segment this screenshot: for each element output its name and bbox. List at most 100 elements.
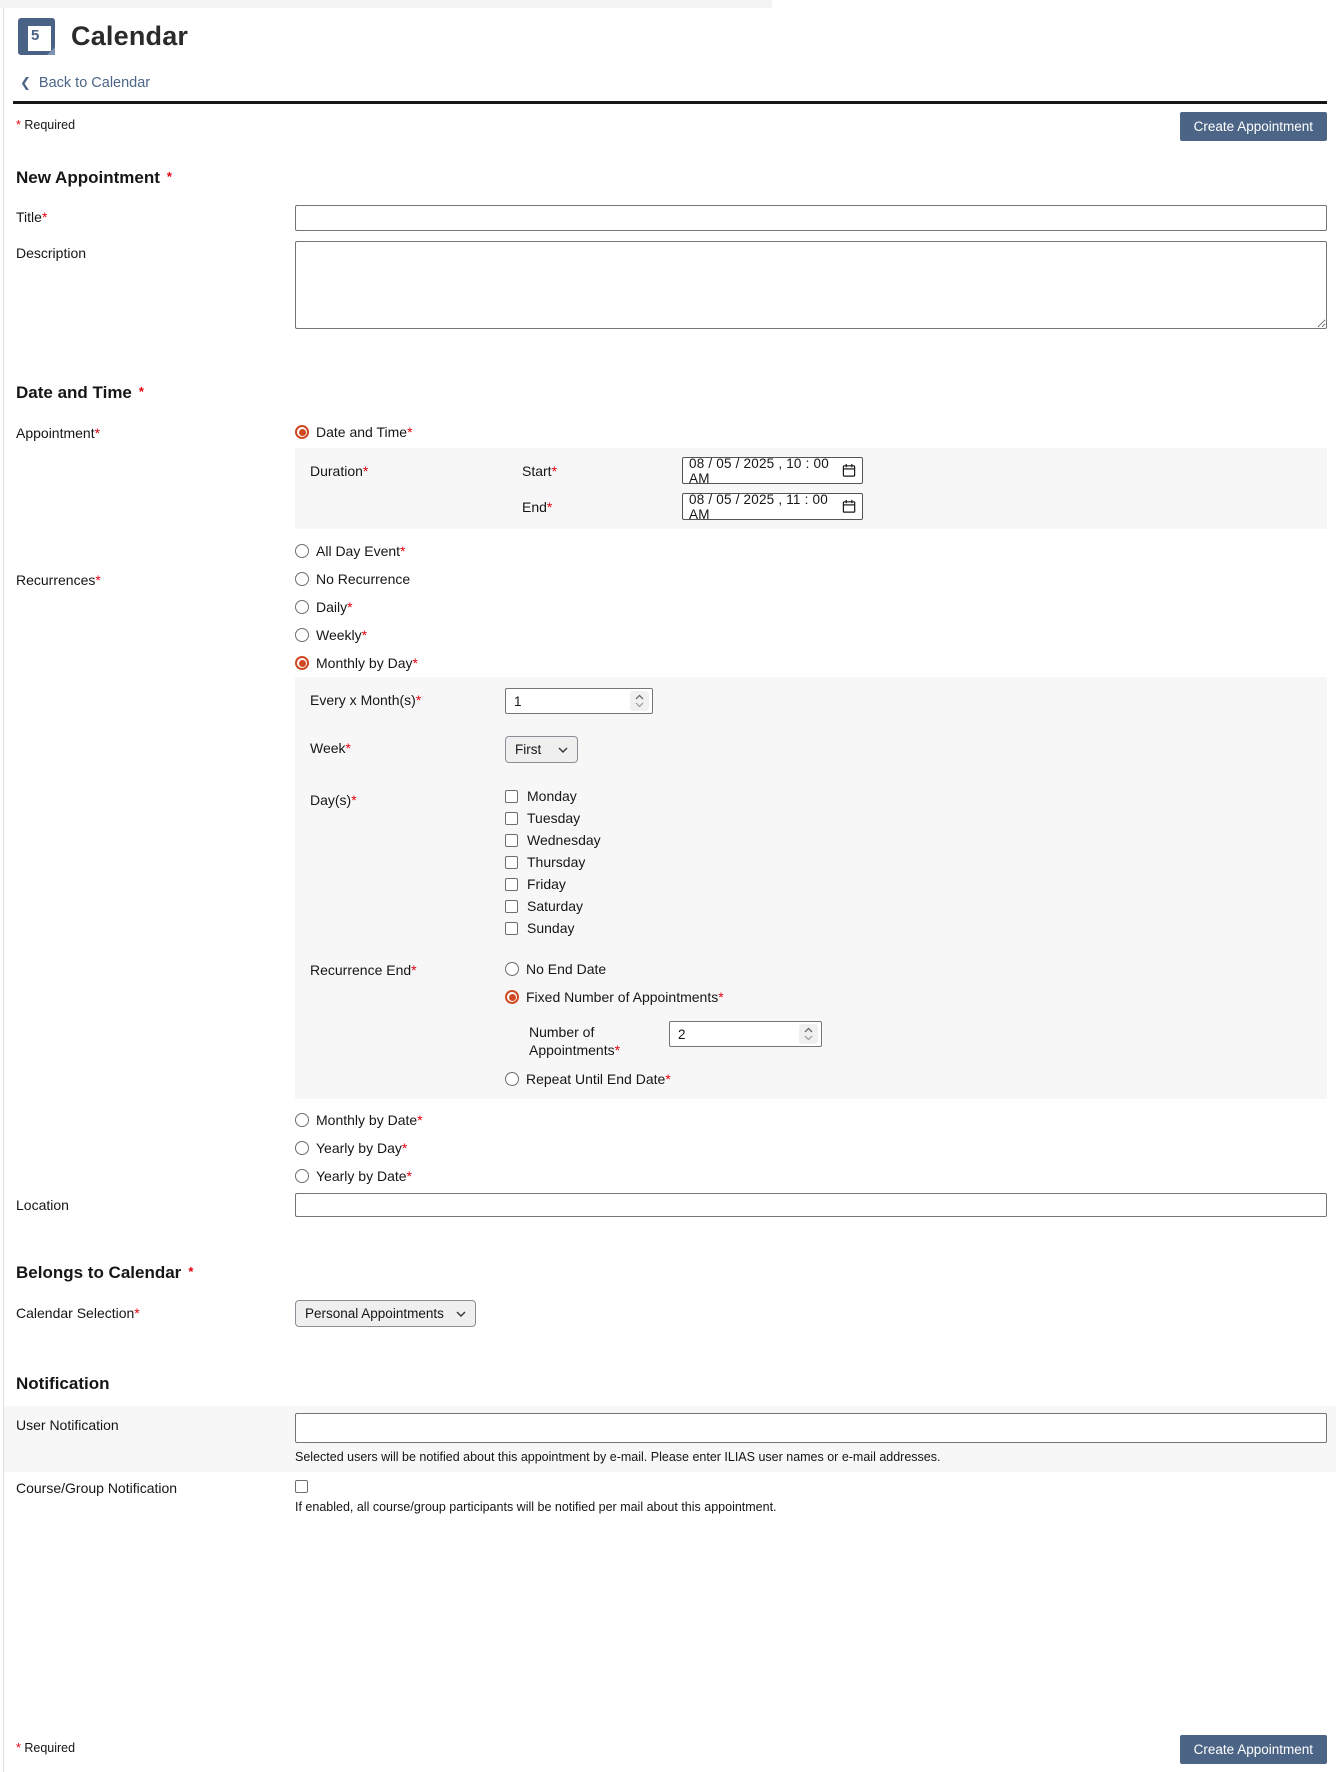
required-mark: *	[139, 384, 144, 399]
course-notification-checkbox[interactable]	[295, 1480, 1327, 1493]
create-appointment-button[interactable]: Create Appointment	[1180, 112, 1327, 141]
required-mark: *	[665, 1071, 670, 1087]
radio-option-monthly-by-date[interactable]: Monthly by Date*	[295, 1112, 1327, 1128]
week-label: Week*	[295, 736, 505, 756]
every-x-months-label: Every x Month(s)*	[295, 688, 505, 708]
required-mark: *	[363, 463, 368, 479]
radio-option-yearly-by-day[interactable]: Yearly by Day*	[295, 1140, 1327, 1156]
radio-option-all-day-event[interactable]: All Day Event*	[295, 543, 1327, 559]
radio-icon	[295, 628, 309, 642]
checkbox-option-monday[interactable]: Monday	[505, 788, 1327, 804]
description-row: Description	[4, 241, 1336, 334]
recurrences-label: Recurrences*	[4, 571, 295, 588]
calendar-icon-fold	[47, 47, 55, 55]
start-label: Start*	[522, 463, 682, 479]
days-row: Day(s)* Monday Tuesday Wed	[295, 788, 1327, 936]
required-mark: *	[167, 169, 172, 184]
calendar-new-appointment-page: 5 Calendar ❮ Back to Calendar * Required…	[4, 8, 1336, 1764]
required-mark: *	[400, 543, 405, 559]
calendar-selection-row: Calendar Selection* Personal Appointment…	[4, 1300, 1336, 1327]
required-mark: *	[547, 499, 552, 515]
checkbox-icon	[505, 790, 518, 803]
required-mark: *	[42, 209, 47, 225]
end-datetime-input[interactable]: 08 / 05 / 2025 , 11 : 00 AM	[682, 493, 863, 520]
radio-selected-icon	[295, 425, 309, 439]
duration-label: Duration*	[295, 463, 522, 479]
description-label: Description	[4, 241, 295, 261]
every-x-months-row: Every x Month(s)* 1	[295, 688, 1327, 714]
radio-option-no-recurrence[interactable]: No Recurrence	[295, 571, 1327, 587]
required-mark: *	[615, 1042, 620, 1058]
monthly-by-day-subform: Every x Month(s)* 1	[295, 677, 1327, 1099]
checkbox-option-friday[interactable]: Friday	[505, 876, 1327, 892]
checkbox-option-sunday[interactable]: Sunday	[505, 920, 1327, 936]
create-appointment-button[interactable]: Create Appointment	[1180, 1735, 1327, 1764]
radio-icon	[505, 962, 519, 976]
description-textarea[interactable]	[295, 241, 1327, 329]
required-mark: *	[347, 599, 352, 615]
calendar-selection-select[interactable]: Personal Appointments	[295, 1300, 476, 1327]
checkbox-option-wednesday[interactable]: Wednesday	[505, 832, 1327, 848]
required-mark: *	[407, 424, 412, 440]
checkbox-option-thursday[interactable]: Thursday	[505, 854, 1327, 870]
radio-selected-icon	[505, 990, 519, 1004]
user-notification-input[interactable]	[295, 1413, 1327, 1443]
top-toolbar: * Required Create Appointment	[4, 104, 1336, 141]
start-row: Duration* Start* 08 / 05 / 2025 , 10 : 0…	[295, 457, 1327, 484]
bottom-toolbar: * Required Create Appointment	[4, 1721, 1336, 1764]
radio-option-yearly-by-date[interactable]: Yearly by Date*	[295, 1168, 1327, 1184]
window-top-strip	[0, 0, 772, 8]
radio-option-daily[interactable]: Daily*	[295, 599, 1327, 615]
radio-option-date-and-time[interactable]: Date and Time*	[295, 424, 1327, 440]
radio-icon	[295, 600, 309, 614]
recurrence-end-label: Recurrence End*	[295, 961, 505, 978]
required-mark: *	[134, 1305, 139, 1321]
checkbox-icon	[505, 812, 518, 825]
location-label: Location	[4, 1193, 295, 1213]
checkbox-icon	[505, 834, 518, 847]
radio-option-weekly[interactable]: Weekly*	[295, 627, 1327, 643]
title-input[interactable]	[295, 205, 1327, 231]
number-stepper-icon[interactable]	[799, 1024, 818, 1044]
course-notification-row: Course/Group Notification If enabled, al…	[4, 1480, 1336, 1514]
radio-icon	[295, 1169, 309, 1183]
number-stepper-icon[interactable]	[630, 691, 649, 711]
course-notification-label: Course/Group Notification	[4, 1480, 295, 1496]
duration-subform: Duration* Start* 08 / 05 / 2025 , 10 : 0…	[295, 448, 1327, 529]
calendar-app-icon: 5	[18, 18, 55, 55]
radio-icon	[295, 544, 309, 558]
radio-option-monthly-by-day[interactable]: Monthly by Day*	[295, 655, 1327, 671]
location-input[interactable]	[295, 1193, 1327, 1217]
required-mark: *	[718, 989, 723, 1005]
required-mark: *	[95, 425, 100, 441]
calendar-picker-icon[interactable]	[842, 499, 856, 514]
checkbox-option-tuesday[interactable]: Tuesday	[505, 810, 1327, 826]
appointment-label: Appointment*	[4, 424, 295, 441]
user-notification-stripe: User Notification Selected users will be…	[4, 1406, 1336, 1472]
week-row: Week* First	[295, 736, 1327, 763]
required-mark: *	[417, 1112, 422, 1128]
number-of-appointments-row: Number of Appointments* 2	[529, 1021, 1327, 1059]
checkbox-option-saturday[interactable]: Saturday	[505, 898, 1327, 914]
section-heading-date-and-time: Date and Time*	[16, 383, 1336, 403]
start-datetime-input[interactable]: 08 / 05 / 2025 , 10 : 00 AM	[682, 457, 863, 484]
radio-option-fixed-number[interactable]: Fixed Number of Appointments*	[505, 989, 1327, 1005]
every-x-months-input[interactable]: 1	[505, 688, 653, 714]
week-select[interactable]: First	[505, 736, 578, 763]
radio-icon	[295, 1141, 309, 1155]
required-mark: *	[188, 1264, 193, 1279]
appointment-row: Appointment* Date and Time* Duration* St…	[4, 424, 1336, 559]
calendar-picker-icon[interactable]	[842, 463, 856, 478]
page-title: Calendar	[71, 21, 188, 52]
required-mark: *	[552, 463, 557, 479]
chevron-down-icon	[456, 1311, 466, 1317]
required-note: * Required	[16, 112, 75, 132]
radio-option-repeat-until-end-date[interactable]: Repeat Until End Date*	[505, 1071, 1327, 1087]
number-of-appointments-label: Number of Appointments*	[529, 1021, 669, 1059]
back-to-calendar-link[interactable]: ❮ Back to Calendar	[20, 75, 150, 91]
required-mark: *	[412, 655, 417, 671]
checkbox-icon	[295, 1480, 308, 1493]
radio-option-no-end-date[interactable]: No End Date	[505, 961, 1327, 977]
number-of-appointments-input[interactable]: 2	[669, 1021, 822, 1047]
user-notification-label: User Notification	[4, 1413, 295, 1433]
